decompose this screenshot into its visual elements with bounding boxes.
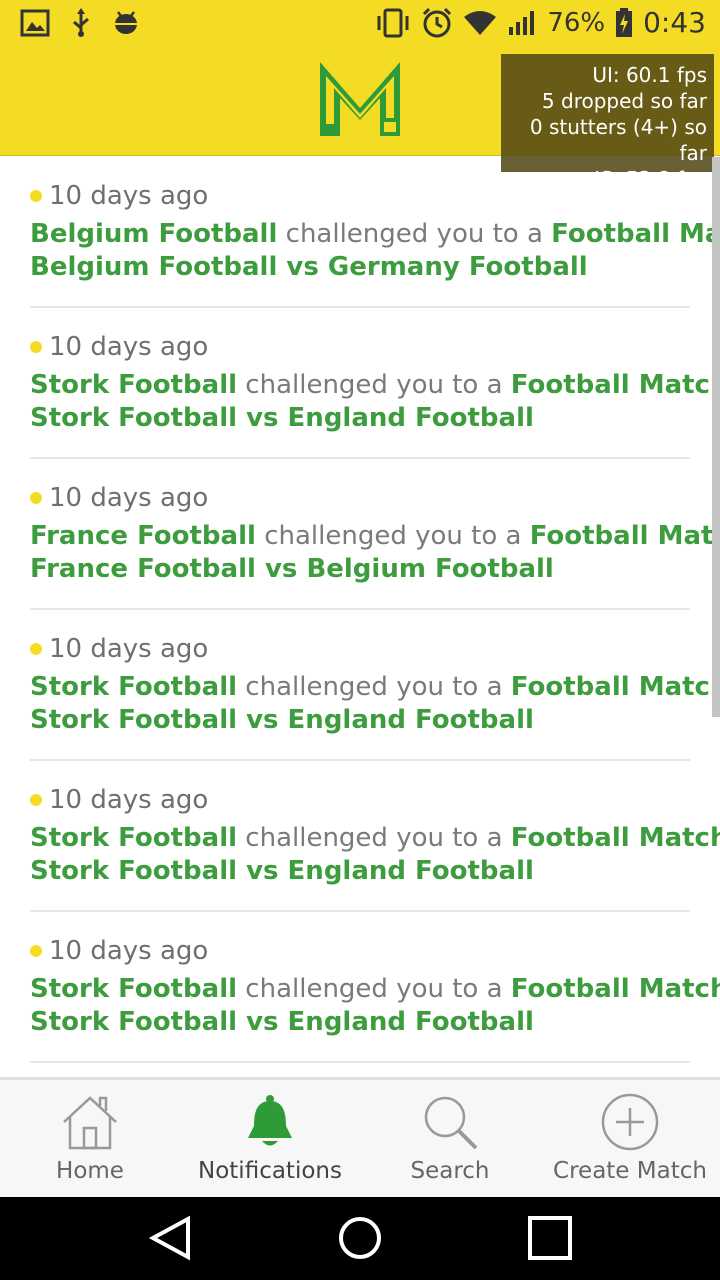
notification-action: challenged you to a — [264, 521, 522, 551]
challenger-link[interactable]: Stork Football — [30, 370, 237, 400]
match-title-link[interactable]: Belgium Football vs Germany Football — [30, 252, 588, 282]
nav-home-label: Home — [56, 1158, 124, 1184]
recents-icon[interactable] — [527, 1215, 573, 1261]
back-icon[interactable] — [148, 1215, 194, 1261]
match-title-link[interactable]: Stork Football vs England Football — [30, 403, 534, 433]
match-type-link[interactable]: Football Match — [511, 370, 720, 400]
nav-notifications[interactable]: Notifications — [180, 1080, 360, 1197]
wifi-icon — [464, 10, 497, 35]
match-type-link[interactable]: Football Match — [511, 974, 720, 1004]
nav-search-label: Search — [410, 1158, 490, 1184]
perf-monitor-overlay: UI: 60.1 fps 5 dropped so far 0 stutters… — [501, 54, 714, 191]
match-type-link[interactable]: Football Match — [511, 823, 720, 853]
alarm-icon — [423, 7, 452, 37]
unread-dot — [30, 945, 42, 957]
match-title-link[interactable]: Stork Football vs England Football — [30, 705, 534, 735]
unread-dot — [30, 643, 42, 655]
vibrate-icon — [377, 8, 409, 37]
challenger-link[interactable]: France Football — [30, 521, 256, 551]
nav-create-match[interactable]: Create Match — [540, 1080, 720, 1197]
match-title-link[interactable]: Stork Football vs England Football — [30, 1007, 534, 1037]
challenger-link[interactable]: Stork Football — [30, 823, 237, 853]
notification-item[interactable]: 10 days ago Stork Football challenged yo… — [30, 912, 720, 1063]
notification-time: 10 days ago — [49, 483, 209, 513]
notification-time: 10 days ago — [49, 936, 209, 966]
image-icon — [20, 9, 50, 37]
notification-action: challenged you to a — [285, 219, 543, 249]
home-icon — [63, 1096, 117, 1150]
nav-search[interactable]: Search — [360, 1080, 540, 1197]
challenger-link[interactable]: Stork Football — [30, 672, 237, 702]
dropped-frames: 5 dropped so far — [541, 89, 707, 113]
notification-item[interactable]: 10 days ago Stork Football challenged yo… — [30, 308, 720, 459]
unread-dot — [30, 492, 42, 504]
notification-action: challenged you to a — [245, 672, 503, 702]
notification-time: 10 days ago — [49, 181, 209, 211]
notification-time: 10 days ago — [49, 785, 209, 815]
match-type-link[interactable]: Football Match — [530, 521, 720, 551]
notification-item[interactable]: 10 days ago Stork Football challenged yo… — [30, 610, 720, 761]
battery-percent: 76% — [547, 7, 606, 38]
match-title-link[interactable]: Stork Football vs England Football — [30, 856, 534, 886]
nav-home[interactable]: Home — [0, 1080, 180, 1197]
notification-list[interactable]: 10 days ago Belgium Football challenged … — [0, 157, 720, 1077]
home-circle-icon[interactable] — [337, 1215, 383, 1261]
system-nav-bar — [0, 1197, 720, 1280]
list-scrollbar[interactable] — [712, 157, 720, 717]
challenger-link[interactable]: Belgium Football — [30, 219, 277, 249]
notification-item[interactable]: 10 days ago France Football challenged y… — [30, 459, 720, 610]
notification-action: challenged you to a — [245, 370, 503, 400]
challenger-link[interactable]: Stork Football — [30, 974, 237, 1004]
notification-action: challenged you to a — [245, 823, 503, 853]
match-type-link[interactable]: Football Match — [511, 672, 720, 702]
signal-icon — [509, 10, 535, 35]
bottom-nav: Home Notifications Search Create Match — [0, 1077, 720, 1197]
clock: 0:43 — [643, 6, 706, 39]
notification-time: 10 days ago — [49, 332, 209, 362]
unread-dot — [30, 341, 42, 353]
status-bar: 76% 0:43 — [0, 0, 720, 50]
search-icon — [424, 1096, 478, 1150]
usb-icon — [73, 8, 89, 37]
notification-item[interactable]: 10 days ago Stork Football challenged yo… — [30, 761, 720, 912]
notification-action: challenged you to a — [245, 974, 503, 1004]
nav-create-match-label: Create Match — [553, 1158, 707, 1184]
unread-dot — [30, 190, 42, 202]
battery-charging-icon — [616, 7, 633, 37]
match-title-link[interactable]: France Football vs Belgium Football — [30, 554, 554, 584]
match-type-link[interactable]: Football Match — [551, 219, 720, 249]
notification-time: 10 days ago — [49, 634, 209, 664]
add-circle-icon — [601, 1093, 659, 1151]
ui-fps: UI: 60.1 fps — [592, 63, 707, 87]
app-logo — [320, 62, 400, 136]
android-debug-icon — [114, 11, 138, 34]
notification-item[interactable]: 10 days ago Belgium Football challenged … — [30, 157, 720, 308]
unread-dot — [30, 794, 42, 806]
nav-notifications-label: Notifications — [198, 1158, 342, 1184]
bell-icon — [248, 1095, 292, 1146]
